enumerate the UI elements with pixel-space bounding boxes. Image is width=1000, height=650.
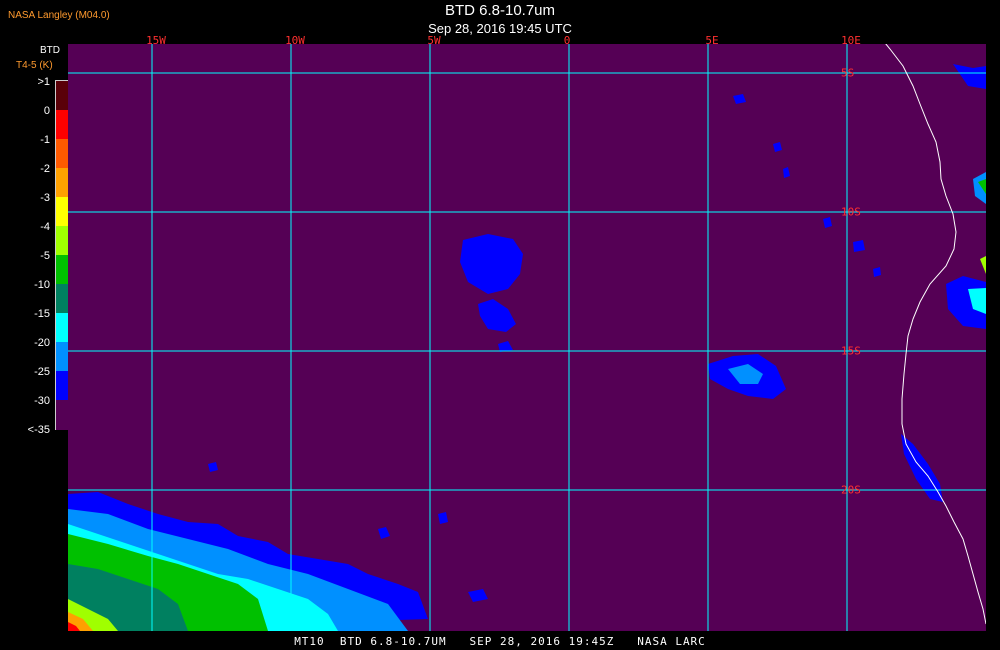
lon-label-5e: 5E xyxy=(705,34,719,47)
legend-tick-label: -25 xyxy=(34,366,50,378)
legend-tick-label: 0 xyxy=(43,105,50,117)
lon-label-0: 0 xyxy=(563,34,571,47)
satellite-map xyxy=(68,44,986,631)
lat-label-5s: 5S xyxy=(841,66,855,80)
legend-tick-label: -30 xyxy=(34,395,50,407)
legend-tick-label: -3 xyxy=(40,192,50,204)
lat-label-15s: 15S xyxy=(841,344,861,358)
lon-label-10e: 10E xyxy=(841,34,861,47)
legend-tick-label: -15 xyxy=(34,308,50,320)
legend-tick-label: -5 xyxy=(40,250,50,262)
legend-tick-label: -10 xyxy=(34,279,50,291)
legend-tick-label: -1 xyxy=(40,134,50,146)
lat-label-10s: 10S xyxy=(841,205,861,219)
legend-tick-label: -4 xyxy=(40,221,50,233)
legend-tick-label: <-35 xyxy=(27,424,50,436)
legend-tick-label: >1 xyxy=(37,76,50,88)
lon-label-15w: 15W xyxy=(146,34,166,47)
legend-tick-label: -2 xyxy=(40,163,50,175)
lat-label-20s: 20S xyxy=(841,483,861,497)
legend-tick-label: -20 xyxy=(34,337,50,349)
footer-caption: MT10 BTD 6.8-10.7UM SEP 28, 2016 19:45Z … xyxy=(294,635,706,648)
lon-label-5w: 5W xyxy=(427,34,441,47)
lon-label-10w: 10W xyxy=(285,34,305,47)
